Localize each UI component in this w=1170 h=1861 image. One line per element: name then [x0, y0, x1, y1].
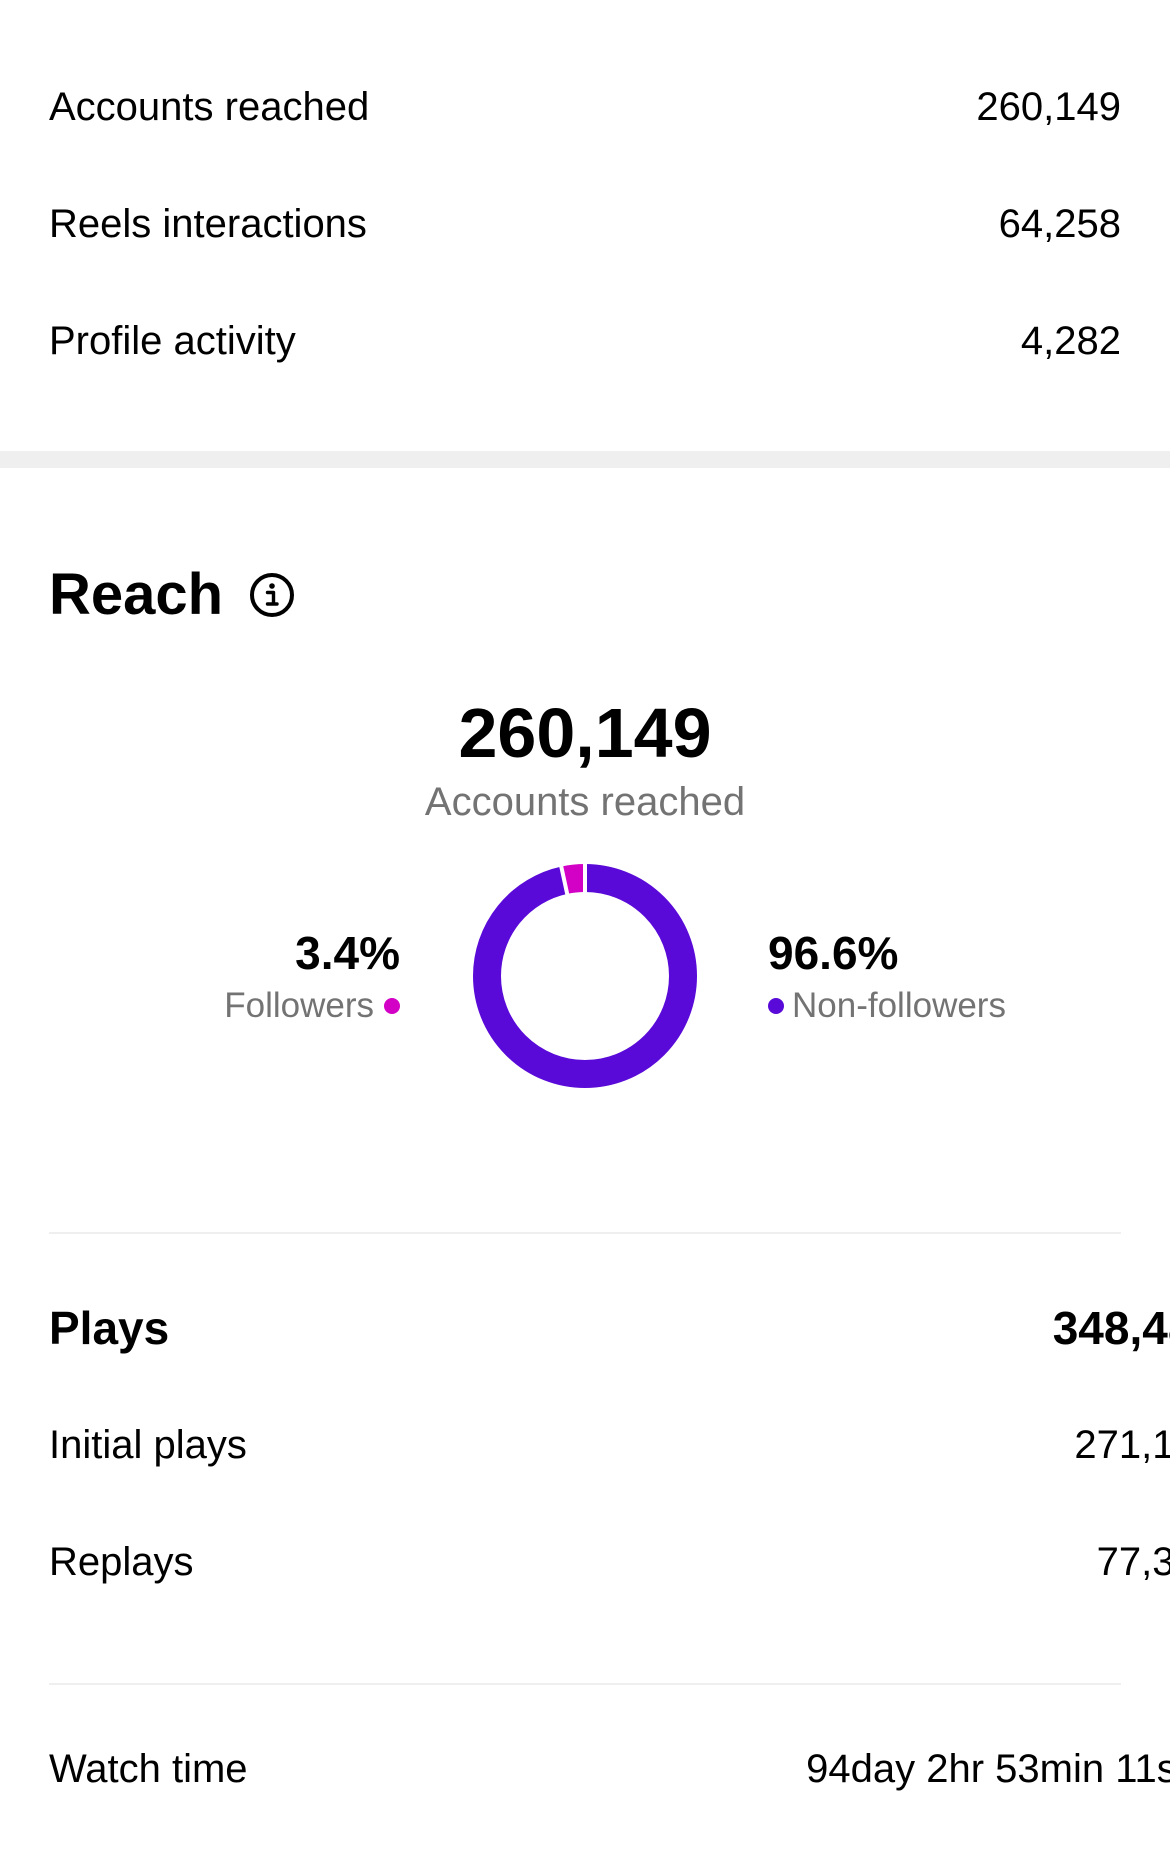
plays-row-replays[interactable]: Replays 77,383 — [49, 1503, 1170, 1620]
watch-time-row[interactable]: Watch time 94day 2hr 53min 11sec — [49, 1710, 1170, 1827]
watch-time-label: Watch time — [49, 1746, 248, 1791]
summary-row-accounts-reached[interactable]: Accounts reached 260,149 — [49, 48, 1121, 165]
reach-section: Reach 260,149 Accounts reached 3.4% Foll… — [0, 468, 1170, 1099]
section-divider — [0, 451, 1170, 468]
reach-title: Reach — [49, 562, 224, 627]
summary-value: 64,258 — [998, 201, 1121, 246]
reach-total: 260,149 — [458, 694, 712, 772]
summary-row-profile-activity[interactable]: Profile activity 4,282 — [49, 282, 1121, 399]
non-followers-percent: 96.6% — [768, 927, 899, 979]
reach-header: Reach — [0, 560, 1170, 630]
watch-time-value: 94day 2hr 53min 11sec — [806, 1746, 1170, 1791]
summary-value: 260,149 — [976, 84, 1121, 129]
plays-header[interactable]: Plays 348,488 — [49, 1270, 1170, 1386]
followers-percent: 3.4% — [295, 927, 400, 979]
plays-row-value: 271,105 — [1074, 1422, 1170, 1467]
plays-section: Plays 348,488 Initial plays 271,105 Repl… — [0, 1270, 1170, 1620]
plays-row-value: 77,383 — [1096, 1539, 1170, 1584]
reach-donut-chart — [473, 864, 697, 1088]
non-followers-legend: 96.6% Non-followers — [768, 930, 1006, 1023]
info-icon[interactable] — [249, 572, 295, 618]
followers-label: Followers — [224, 986, 374, 1025]
reach-total-caption: Accounts reached — [424, 780, 746, 824]
plays-value: 348,488 — [1052, 1302, 1170, 1354]
summary-row-reels-interactions[interactable]: Reels interactions 64,258 — [49, 165, 1121, 282]
followers-legend: 3.4% Followers — [224, 930, 400, 1023]
summary-label: Profile activity — [49, 318, 296, 363]
donut-segment-non-followers — [473, 864, 697, 1088]
section-divider — [49, 1683, 1121, 1685]
summary-section: Accounts reached 260,149 Reels interacti… — [0, 0, 1170, 399]
plays-row-label: Initial plays — [49, 1422, 247, 1467]
summary-value: 4,282 — [1020, 318, 1121, 363]
summary-label: Accounts reached — [49, 84, 370, 129]
watch-time-section: Watch time 94day 2hr 53min 11sec — [0, 1710, 1170, 1827]
section-divider — [49, 1232, 1121, 1234]
followers-dot — [384, 997, 400, 1014]
plays-row-label: Replays — [49, 1539, 194, 1584]
non-followers-label: Non-followers — [792, 986, 1006, 1025]
plays-row-initial[interactable]: Initial plays 271,105 — [49, 1386, 1170, 1503]
summary-label: Reels interactions — [49, 201, 367, 246]
plays-label: Plays — [49, 1302, 170, 1354]
reach-breakdown: 3.4% Followers 96.6% Non-followers — [0, 864, 1170, 1099]
non-followers-dot — [768, 997, 784, 1014]
